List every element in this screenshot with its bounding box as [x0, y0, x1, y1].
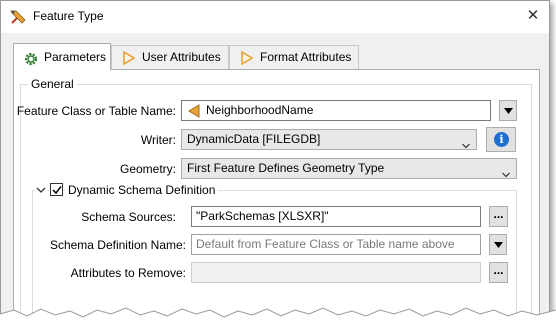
attribute-arrow-icon: [240, 50, 254, 66]
general-group-title: General: [28, 77, 77, 91]
attributes-remove-label: Attributes to Remove:: [70, 266, 186, 280]
feature-class-label: Feature Class or Table Name:: [16, 104, 176, 118]
chevron-down-icon: [502, 165, 510, 178]
writer-value: DynamicData [FILEGDB]: [187, 132, 321, 146]
feature-type-dialog: Feature Type ✕ Parameters User Attribute…: [0, 0, 550, 320]
writer-label: Writer:: [140, 133, 176, 147]
tab-label: Format Attributes: [260, 50, 352, 64]
dynamic-schema-title: Dynamic Schema Definition: [65, 183, 219, 197]
tab-label: User Attributes: [142, 50, 221, 64]
parameters-panel: General Feature Class or Table Name: Nei…: [13, 69, 540, 319]
torn-edge: [0, 307, 556, 327]
attribute-arrow-icon: [122, 50, 136, 66]
schema-sources-label: Schema Sources:: [81, 210, 176, 224]
transformer-icon: [9, 8, 27, 26]
dynamic-schema-checkbox[interactable]: [50, 183, 63, 196]
gear-icon: [24, 49, 38, 65]
checkmark-icon: [52, 186, 62, 195]
feature-class-value: NeighborhoodName: [206, 103, 314, 117]
writer-info-button[interactable]: i: [486, 127, 516, 152]
attributes-remove-browse-button[interactable]: ...: [489, 262, 508, 283]
schema-sources-browse-button[interactable]: ...: [489, 206, 508, 227]
info-icon: i: [494, 132, 509, 147]
attributes-remove-field[interactable]: [191, 262, 481, 283]
tab-user-attributes[interactable]: User Attributes: [111, 45, 229, 69]
tab-label: Parameters: [44, 50, 107, 64]
feature-class-field[interactable]: NeighborhoodName: [181, 100, 491, 121]
schema-sources-field[interactable]: "ParkSchemas [XLSXR]": [191, 206, 481, 227]
close-button[interactable]: ✕: [523, 7, 543, 27]
attribute-arrow-icon: [187, 104, 201, 118]
window-title: Feature Type: [33, 9, 104, 23]
dialog-body: Parameters User Attributes Format Attrib…: [1, 33, 549, 319]
tab-parameters[interactable]: Parameters: [13, 43, 111, 70]
tab-format-attributes[interactable]: Format Attributes: [229, 45, 359, 69]
chevron-down-icon: [462, 136, 470, 149]
schema-name-menu-button[interactable]: [489, 234, 507, 255]
triangle-down-icon: [494, 242, 503, 248]
geometry-label: Geometry:: [119, 162, 176, 176]
geometry-select[interactable]: First Feature Defines Geometry Type: [181, 158, 517, 179]
writer-select[interactable]: DynamicData [FILEGDB]: [181, 129, 477, 150]
schema-name-field[interactable]: Default from Feature Class or Table name…: [191, 234, 481, 255]
schema-name-label: Schema Definition Name:: [49, 238, 186, 252]
triangle-down-icon: [504, 108, 513, 114]
title-bar: Feature Type ✕: [1, 1, 549, 33]
collapse-chevron-icon[interactable]: [35, 184, 47, 196]
geometry-value: First Feature Defines Geometry Type: [187, 161, 385, 175]
feature-class-menu-button[interactable]: [499, 100, 517, 121]
